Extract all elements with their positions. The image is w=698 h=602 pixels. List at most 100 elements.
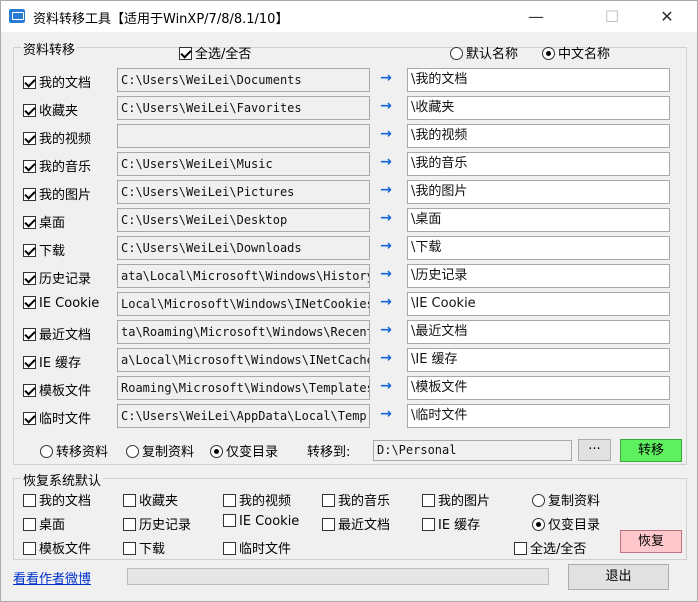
row-checkbox[interactable]: 历史记录 bbox=[23, 268, 91, 287]
restore-checkbox-box[interactable] bbox=[322, 494, 335, 507]
row-source-path[interactable]: C:\Users\WeiLei\Downloads bbox=[117, 236, 370, 260]
row-checkbox-box[interactable] bbox=[23, 160, 36, 173]
row-target-name[interactable]: \我的图片 bbox=[407, 180, 670, 204]
restore-select-all-checkbox[interactable]: 全选/全否 bbox=[514, 538, 586, 557]
restore-checkbox[interactable]: 我的音乐 bbox=[322, 490, 390, 509]
row-target-name[interactable]: \我的视频 bbox=[407, 124, 670, 148]
maximize-button[interactable]: ☐ bbox=[589, 1, 635, 32]
row-target-name[interactable]: \我的音乐 bbox=[407, 152, 670, 176]
row-source-path[interactable]: ta\Roaming\Microsoft\Windows\Recent bbox=[117, 320, 370, 344]
row-target-name[interactable]: \收藏夹 bbox=[407, 96, 670, 120]
row-checkbox[interactable]: 最近文档 bbox=[23, 324, 91, 343]
restore-checkbox[interactable]: IE Cookie bbox=[223, 514, 299, 529]
row-source-path[interactable]: C:\Users\WeiLei\Favorites bbox=[117, 96, 370, 120]
exit-button[interactable]: 退出 bbox=[568, 564, 669, 590]
author-weibo-link[interactable]: 看看作者微博 bbox=[13, 568, 91, 587]
row-target-name[interactable]: \IE Cookie bbox=[407, 292, 670, 316]
row-target-name[interactable]: \桌面 bbox=[407, 208, 670, 232]
restore-checkbox[interactable]: 临时文件 bbox=[223, 538, 291, 557]
restore-mode-radio-1[interactable] bbox=[532, 518, 545, 531]
transfer-button[interactable]: 转移 bbox=[620, 439, 682, 462]
minimize-button[interactable]: — bbox=[513, 1, 559, 32]
row-checkbox-box[interactable] bbox=[23, 296, 36, 309]
row-checkbox-box[interactable] bbox=[23, 384, 36, 397]
restore-checkbox[interactable]: 模板文件 bbox=[23, 538, 91, 557]
radio-copy-data[interactable]: 复制资料 bbox=[126, 441, 194, 460]
restore-button[interactable]: 恢复 bbox=[620, 530, 682, 553]
restore-radio-copy-data[interactable]: 复制资料 bbox=[532, 490, 600, 509]
radio-change-dir-only[interactable]: 仅变目录 bbox=[210, 441, 278, 460]
row-target-name[interactable]: \模板文件 bbox=[407, 376, 670, 400]
restore-checkbox-box[interactable] bbox=[23, 494, 36, 507]
restore-checkbox-box[interactable] bbox=[123, 494, 136, 507]
restore-select-all-box[interactable] bbox=[514, 542, 527, 555]
row-checkbox[interactable]: 收藏夹 bbox=[23, 100, 78, 119]
restore-checkbox[interactable]: 桌面 bbox=[23, 514, 65, 533]
browse-button[interactable]: ··· bbox=[578, 439, 611, 461]
row-checkbox-box[interactable] bbox=[23, 216, 36, 229]
row-checkbox-box[interactable] bbox=[23, 188, 36, 201]
restore-checkbox-box[interactable] bbox=[223, 494, 236, 507]
restore-checkbox[interactable]: 收藏夹 bbox=[123, 490, 178, 509]
row-checkbox[interactable]: 我的图片 bbox=[23, 184, 91, 203]
row-source-path[interactable]: Local\Microsoft\Windows\INetCookies bbox=[117, 292, 370, 316]
restore-mode-radio-0[interactable] bbox=[532, 494, 545, 507]
row-source-path[interactable]: a\Local\Microsoft\Windows\INetCache bbox=[117, 348, 370, 372]
restore-checkbox[interactable]: 下载 bbox=[123, 538, 165, 557]
select-all-box[interactable] bbox=[179, 47, 192, 60]
mode-radio-1[interactable] bbox=[126, 445, 139, 458]
row-target-name[interactable]: \历史记录 bbox=[407, 264, 670, 288]
row-checkbox-box[interactable] bbox=[23, 244, 36, 257]
restore-checkbox[interactable]: 历史记录 bbox=[123, 514, 191, 533]
row-target-name[interactable]: \最近文档 bbox=[407, 320, 670, 344]
row-checkbox[interactable]: IE Cookie bbox=[23, 296, 99, 311]
row-target-name[interactable]: \IE 缓存 bbox=[407, 348, 670, 372]
select-all-checkbox[interactable]: 全选/全否 bbox=[179, 43, 251, 62]
row-checkbox-box[interactable] bbox=[23, 272, 36, 285]
restore-checkbox-box[interactable] bbox=[123, 542, 136, 555]
row-target-name[interactable]: \下载 bbox=[407, 236, 670, 260]
row-target-name[interactable]: \临时文件 bbox=[407, 404, 670, 428]
radio-transfer-data[interactable]: 转移资料 bbox=[40, 441, 108, 460]
row-checkbox[interactable]: 桌面 bbox=[23, 212, 65, 231]
name-mode-radio-1[interactable] bbox=[542, 47, 555, 60]
restore-checkbox-box[interactable] bbox=[422, 518, 435, 531]
row-checkbox[interactable]: 模板文件 bbox=[23, 380, 91, 399]
row-checkbox[interactable]: 临时文件 bbox=[23, 408, 91, 427]
row-checkbox[interactable]: 我的音乐 bbox=[23, 156, 91, 175]
restore-checkbox-box[interactable] bbox=[322, 518, 335, 531]
restore-checkbox[interactable]: 我的图片 bbox=[422, 490, 490, 509]
row-checkbox-box[interactable] bbox=[23, 328, 36, 341]
row-checkbox-box[interactable] bbox=[23, 104, 36, 117]
transfer-to-path-input[interactable]: D:\Personal bbox=[373, 440, 572, 461]
restore-checkbox-box[interactable] bbox=[223, 542, 236, 555]
row-source-path[interactable]: C:\Users\WeiLei\Pictures bbox=[117, 180, 370, 204]
restore-checkbox-box[interactable] bbox=[422, 494, 435, 507]
radio-default-name[interactable]: 默认名称 bbox=[450, 43, 518, 62]
row-checkbox-box[interactable] bbox=[23, 356, 36, 369]
row-source-path[interactable]: ata\Local\Microsoft\Windows\History bbox=[117, 264, 370, 288]
mode-radio-0[interactable] bbox=[40, 445, 53, 458]
mode-radio-2[interactable] bbox=[210, 445, 223, 458]
row-target-name[interactable]: \我的文档 bbox=[407, 68, 670, 92]
restore-checkbox-box[interactable] bbox=[123, 518, 136, 531]
row-checkbox-box[interactable] bbox=[23, 76, 36, 89]
row-checkbox[interactable]: IE 缓存 bbox=[23, 352, 81, 371]
row-checkbox[interactable]: 我的视频 bbox=[23, 128, 91, 147]
radio-chinese-name[interactable]: 中文名称 bbox=[542, 43, 610, 62]
row-checkbox-box[interactable] bbox=[23, 132, 36, 145]
restore-checkbox[interactable]: 我的视频 bbox=[223, 490, 291, 509]
restore-radio-change-dir-only[interactable]: 仅变目录 bbox=[532, 514, 600, 533]
row-source-path[interactable]: C:\Users\WeiLei\AppData\Local\Temp bbox=[117, 404, 370, 428]
restore-checkbox-box[interactable] bbox=[223, 514, 236, 527]
row-source-path[interactable]: C:\Users\WeiLei\Documents bbox=[117, 68, 370, 92]
row-source-path[interactable]: C:\Users\WeiLei\Music bbox=[117, 152, 370, 176]
name-mode-radio-0[interactable] bbox=[450, 47, 463, 60]
restore-checkbox[interactable]: 最近文档 bbox=[322, 514, 390, 533]
restore-checkbox-box[interactable] bbox=[23, 518, 36, 531]
restore-checkbox[interactable]: IE 缓存 bbox=[422, 514, 480, 533]
row-checkbox[interactable]: 下载 bbox=[23, 240, 65, 259]
close-button[interactable]: ✕ bbox=[644, 1, 690, 32]
row-source-path[interactable]: C:\Users\WeiLei\Desktop bbox=[117, 208, 370, 232]
row-source-path[interactable] bbox=[117, 124, 370, 148]
